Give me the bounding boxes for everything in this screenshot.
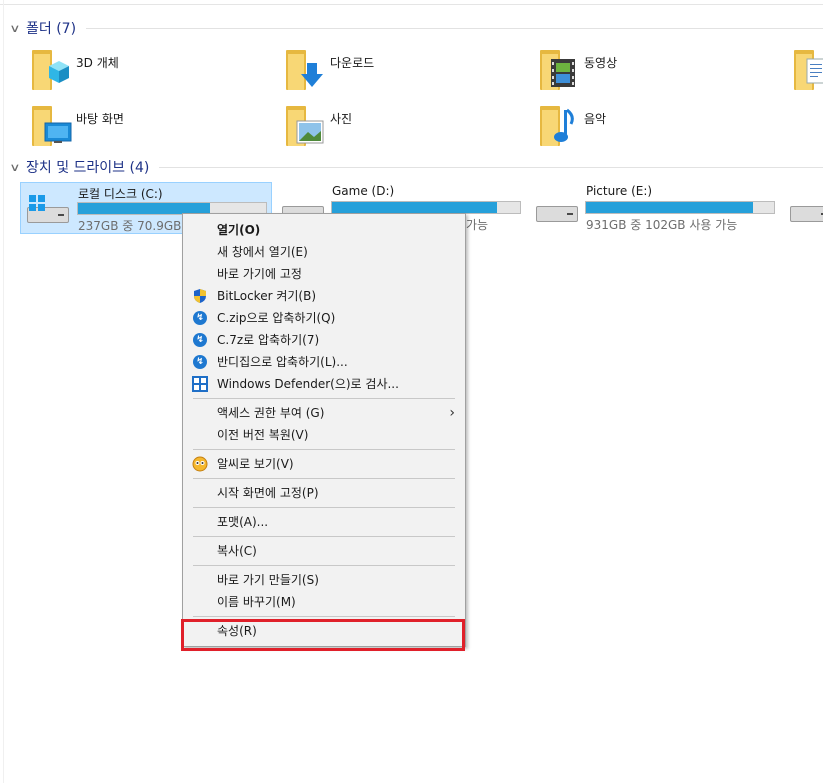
menu-separator: [193, 536, 455, 537]
alsee-icon: [192, 456, 208, 472]
menu-separator: [193, 507, 455, 508]
folder-item-3d-objects[interactable]: 3D 개체: [30, 46, 119, 90]
drive-info: 237GB 중 70.9GB 사: [78, 219, 197, 233]
folder-item-documents[interactable]: [792, 46, 823, 90]
bandizip-icon: ↯: [192, 310, 208, 326]
drive-item-partial[interactable]: [784, 182, 823, 232]
folder-item-desktop[interactable]: 바탕 화면: [30, 102, 124, 146]
folder-label: 바탕 화면: [76, 112, 124, 126]
pictures-folder-icon: [284, 102, 324, 146]
documents-folder-icon: [792, 46, 823, 90]
menu-item-zip[interactable]: ↯ C.zip으로 압축하기(Q): [183, 307, 465, 328]
folders-group-title: 폴더 (7): [26, 21, 77, 37]
music-folder-icon: [538, 102, 578, 146]
drive-usage-fill: [332, 202, 498, 213]
drives-group-header[interactable]: ∨ 장치 및 드라이브 (4): [9, 157, 823, 177]
menu-separator: [193, 478, 455, 479]
menu-item-restore-versions[interactable]: 이전 버전 복원(V): [183, 424, 465, 445]
menu-item-give-access[interactable]: 액세스 권한 부여 (G) ›: [183, 402, 465, 423]
hard-drive-icon: [536, 206, 578, 222]
left-border: [0, 0, 4, 783]
menu-item-pin-quick-access[interactable]: 바로 가기에 고정: [183, 263, 465, 284]
drive-usage-fill: [586, 202, 754, 213]
folder-item-videos[interactable]: 동영상: [538, 46, 617, 90]
menu-separator: [193, 565, 455, 566]
top-border: [0, 0, 823, 5]
group-divider: [86, 27, 823, 29]
drive-name: 로컬 디스크 (C:): [78, 187, 163, 201]
drive-usage-bar: [585, 201, 775, 214]
menu-separator: [193, 616, 455, 617]
folder-label: 다운로드: [330, 56, 375, 70]
menu-item-bitlocker[interactable]: BitLocker 켜기(B): [183, 285, 465, 306]
videos-folder-icon: [538, 46, 578, 90]
drive-name: Game (D:): [332, 184, 395, 198]
drive-info: 가능: [466, 218, 489, 232]
bandizip-icon: ↯: [192, 354, 208, 370]
drive-item-e[interactable]: Picture (E:) 931GB 중 102GB 사용 가능: [530, 182, 780, 232]
chevron-down-icon[interactable]: ∨: [9, 161, 29, 174]
menu-item-open-new-window[interactable]: 새 창에서 열기(E): [183, 241, 465, 262]
menu-item-rename[interactable]: 이름 바꾸기(M): [183, 591, 465, 612]
drives-group-title: 장치 및 드라이브 (4): [26, 160, 150, 176]
folder-label: 음악: [584, 112, 607, 126]
3d-objects-folder-icon: [30, 46, 70, 90]
defender-icon: [192, 375, 208, 392]
folder-item-music[interactable]: 음악: [538, 102, 606, 146]
menu-item-bandizip[interactable]: ↯ 반디집으로 압축하기(L)...: [183, 351, 465, 372]
folders-group-header[interactable]: ∨ 폴더 (7): [9, 18, 823, 38]
menu-item-open[interactable]: 열기(O): [183, 219, 465, 240]
hard-drive-icon: [790, 206, 823, 222]
group-divider: [159, 166, 823, 168]
highlight-box: [181, 619, 465, 651]
menu-item-7z[interactable]: ↯ C.7z로 압축하기(7): [183, 329, 465, 350]
menu-item-alzip-view[interactable]: 알씨로 보기(V): [183, 453, 465, 474]
menu-item-create-shortcut[interactable]: 바로 가기 만들기(S): [183, 569, 465, 590]
menu-separator: [193, 449, 455, 450]
drive-info: 931GB 중 102GB 사용 가능: [586, 218, 738, 232]
desktop-folder-icon: [30, 102, 72, 146]
folder-label: 동영상: [584, 56, 618, 70]
folder-label: 3D 개체: [76, 56, 119, 70]
windows-logo-icon: [29, 195, 45, 211]
shield-icon: [192, 288, 208, 304]
folder-item-downloads[interactable]: 다운로드: [284, 46, 374, 90]
folder-item-pictures[interactable]: 사진: [284, 102, 352, 146]
downloads-folder-icon: [284, 46, 324, 90]
context-menu: 열기(O) 새 창에서 열기(E) 바로 가기에 고정 BitLocker 켜기…: [182, 213, 466, 647]
menu-separator: [193, 398, 455, 399]
chevron-right-icon: ›: [449, 404, 455, 421]
menu-item-pin-start[interactable]: 시작 화면에 고정(P): [183, 482, 465, 503]
chevron-down-icon[interactable]: ∨: [9, 22, 29, 35]
menu-item-defender[interactable]: Windows Defender(으)로 검사...: [183, 373, 465, 394]
menu-item-copy[interactable]: 복사(C): [183, 540, 465, 561]
drive-name: Picture (E:): [586, 184, 653, 198]
bandizip-icon: ↯: [192, 332, 208, 348]
folder-label: 사진: [330, 112, 353, 126]
menu-item-format[interactable]: 포맷(A)...: [183, 511, 465, 532]
